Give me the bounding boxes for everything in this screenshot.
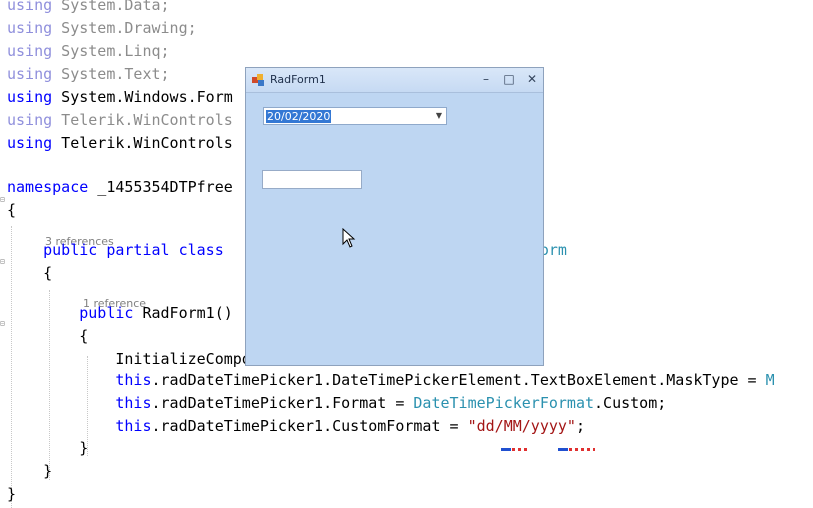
code-line: using Telerik.WinControls [7, 109, 233, 131]
code-line: using System.Linq; [7, 40, 170, 62]
window-titlebar[interactable]: RadForm1 – □ ✕ [246, 68, 543, 93]
code-token: using [7, 42, 53, 60]
spell-squiggle [569, 448, 595, 451]
code-line: { [7, 325, 88, 347]
code-token: using [7, 111, 53, 129]
code-token: this [7, 417, 152, 435]
date-value[interactable]: 20/02/2020 [266, 110, 332, 123]
spell-marker [558, 448, 568, 451]
code-line: { [7, 262, 52, 284]
collapse-icon[interactable]: ⊟ [0, 258, 6, 266]
code-line: using Telerik.WinControls [7, 132, 233, 154]
code-token: DateTimePickerFormat [413, 394, 595, 412]
code-token: RadForm1() [133, 304, 233, 322]
code-token: using [7, 65, 53, 83]
radform-window[interactable]: RadForm1 – □ ✕ 20/02/2020 ▼ [245, 67, 544, 366]
code-line: namespace _1455354DTPfree [7, 176, 233, 198]
window-title: RadForm1 [270, 73, 326, 86]
text-input[interactable] [262, 170, 362, 189]
code-token: using [7, 19, 53, 37]
code-line: public RadForm1() [7, 302, 233, 324]
code-token: public [7, 304, 134, 322]
code-token: System.Data; [52, 0, 170, 14]
code-line: this.radDateTimePicker1.DateTimePickerEl… [7, 369, 775, 391]
code-token: .radDateTimePicker1.DateTimePickerElemen… [151, 371, 766, 389]
collapse-icon[interactable]: ⊟ [0, 196, 6, 204]
code-token: { [7, 327, 89, 345]
code-token: { [7, 201, 17, 219]
code-token: this [7, 394, 152, 412]
code-token: System.Drawing; [52, 19, 197, 37]
code-line: } [7, 437, 88, 459]
code-token: M [765, 371, 775, 389]
code-token: using [7, 134, 53, 152]
code-token: "dd/MM/yyyy" [467, 417, 576, 435]
code-line: } [7, 460, 52, 482]
spell-squiggle [512, 448, 530, 451]
date-time-picker[interactable]: 20/02/2020 ▼ [263, 107, 447, 125]
code-token: _1455354DTPfree [88, 178, 233, 196]
code-line: this.radDateTimePicker1.CustomFormat = "… [7, 415, 585, 437]
code-line: using System.Text; [7, 63, 170, 85]
code-token: } [7, 439, 89, 457]
code-token: .Custom; [594, 394, 667, 412]
code-line: using System.Drawing; [7, 17, 197, 39]
code-line: using System.Data; [7, 0, 170, 16]
code-token: System.Windows.Form [52, 88, 233, 106]
code-line: this.radDateTimePicker1.Format = DateTim… [7, 392, 666, 414]
code-token: Telerik.WinControls [52, 134, 233, 152]
app-icon [252, 74, 264, 86]
maximize-button[interactable]: □ [500, 71, 518, 88]
code-token: using [7, 88, 53, 106]
code-line: { [7, 199, 16, 221]
close-button[interactable]: ✕ [523, 71, 541, 88]
chevron-down-icon[interactable]: ▼ [436, 111, 442, 121]
code-token: .radDateTimePicker1.CustomFormat = [151, 417, 468, 435]
code-line: } [7, 483, 16, 505]
code-token: } [7, 462, 53, 480]
code-token: public partial class [7, 241, 233, 259]
collapse-icon[interactable]: ⊟ [0, 320, 6, 328]
spell-marker [501, 448, 511, 451]
code-token: namespace [7, 178, 89, 196]
code-token: { [7, 264, 53, 282]
code-token: Telerik.WinControls [52, 111, 233, 129]
code-token: this [7, 371, 152, 389]
mouse-pointer-icon [342, 228, 356, 248]
code-token: .radDateTimePicker1.Format = [151, 394, 414, 412]
code-token: ; [575, 417, 585, 435]
code-line: using System.Windows.Form [7, 86, 233, 108]
code-token: System.Linq; [52, 42, 170, 60]
minimize-button[interactable]: – [477, 71, 495, 88]
code-token: using [7, 0, 53, 14]
code-token: System.Text; [52, 65, 170, 83]
code-token: } [7, 485, 17, 503]
